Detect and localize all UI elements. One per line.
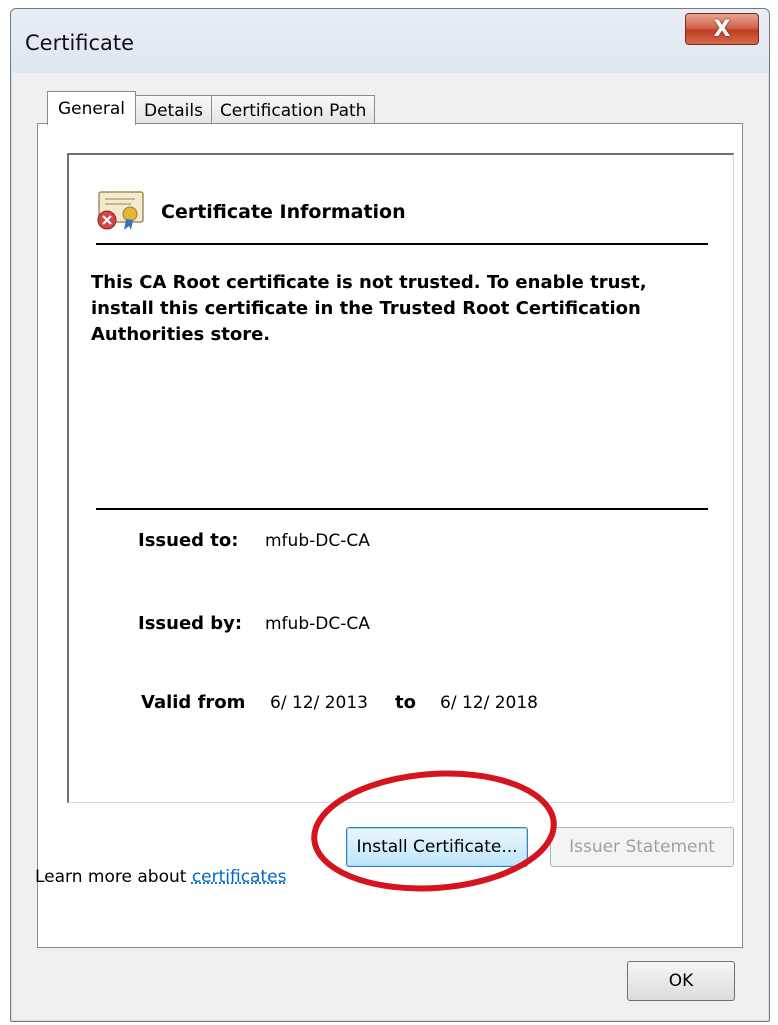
close-button[interactable]: X — [685, 13, 759, 45]
valid-to-value: 6/ 12/ 2018 — [440, 693, 538, 713]
general-tab-panel: Certificate Information This CA Root cer… — [37, 123, 743, 948]
install-certificate-button[interactable]: Install Certificate... — [346, 827, 528, 867]
learn-more-text: Learn more about certificates — [35, 867, 286, 887]
title-bar[interactable]: Certificate X — [11, 9, 769, 73]
tab-general[interactable]: General — [47, 91, 136, 125]
learn-more-prefix: Learn more about — [35, 867, 192, 887]
window-title: Certificate — [25, 31, 135, 55]
certificates-link[interactable]: certificates — [192, 867, 287, 887]
tab-strip: General Details Certification Path — [47, 91, 376, 125]
close-icon: X — [713, 16, 731, 42]
details-divider — [96, 508, 708, 510]
valid-to-label: to — [395, 692, 416, 713]
issued-by-value: mfub-DC-CA — [265, 614, 370, 634]
trust-warning-text: This CA Root certificate is not trusted.… — [91, 272, 647, 345]
certificate-error-icon — [97, 191, 144, 230]
issued-to-value: mfub-DC-CA — [265, 531, 370, 551]
valid-from-value: 6/ 12/ 2013 — [270, 693, 368, 713]
heading-divider — [96, 243, 708, 245]
valid-from-label: Valid from — [141, 692, 246, 713]
issued-by-label: Issued by: — [138, 613, 243, 634]
issuer-statement-button[interactable]: Issuer Statement — [550, 827, 734, 867]
issued-to-label: Issued to: — [138, 530, 239, 551]
certificate-info-box: Certificate Information This CA Root cer… — [67, 153, 734, 803]
tab-certification-path[interactable]: Certification Path — [210, 95, 376, 125]
certificate-dialog: Certificate X General Details Certificat… — [10, 8, 770, 1022]
ok-button[interactable]: OK — [627, 961, 735, 1001]
info-heading: Certificate Information — [161, 201, 406, 223]
tab-details[interactable]: Details — [135, 95, 212, 125]
